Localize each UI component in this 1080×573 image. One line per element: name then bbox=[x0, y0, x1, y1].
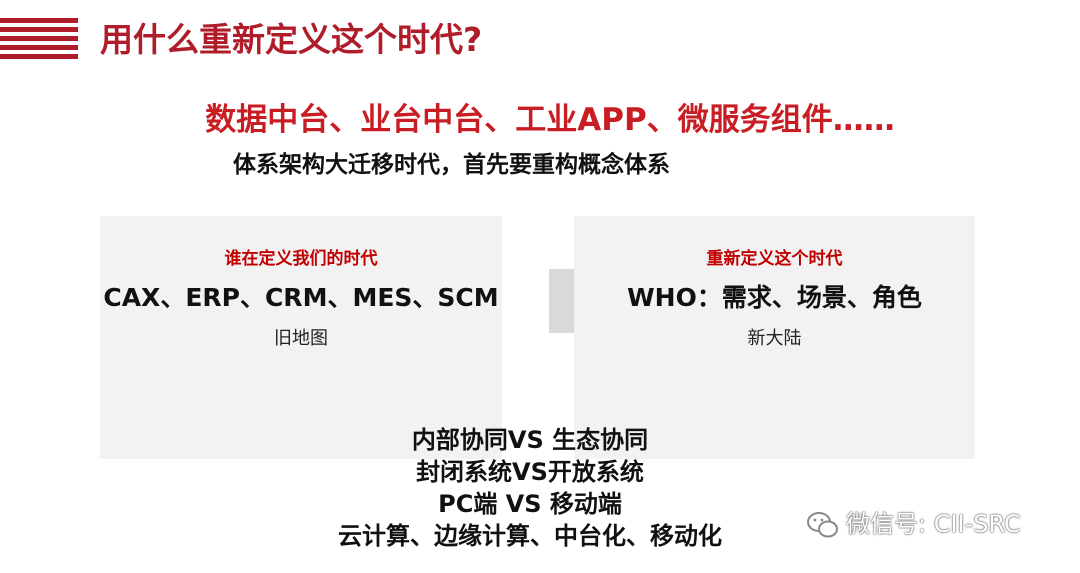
comparison-item: 内部协同VS 生态协同 bbox=[411, 426, 649, 454]
wechat-icon bbox=[807, 512, 838, 538]
new-continent-panel: 重新定义这个时代 WHO：需求、场景、角色 新大陆 bbox=[574, 216, 975, 459]
tagline: 体系架构大迁移时代，首先要重构概念体系 bbox=[233, 152, 670, 178]
old-map-systems: CAX、ERP、CRM、MES、SCM bbox=[103, 283, 499, 312]
old-map-panel: 谁在定义我们的时代 CAX、ERP、CRM、MES、SCM 旧地图 bbox=[100, 216, 502, 459]
title-stripes-decoration bbox=[0, 18, 78, 62]
wechat-watermark: 微信号: CII-SRC bbox=[806, 508, 1021, 540]
new-continent-heading: 重新定义这个时代 bbox=[706, 249, 843, 269]
comparison-item: 封闭系统VS开放系统 bbox=[416, 458, 644, 486]
new-continent-label: 新大陆 bbox=[747, 328, 802, 349]
new-continent-who: WHO：需求、场景、角色 bbox=[627, 283, 922, 312]
watermark-text: 微信号: CII-SRC bbox=[846, 510, 1021, 538]
headline: 数据中台、业台中台、工业APP、微服务组件…… bbox=[205, 102, 895, 138]
old-map-label: 旧地图 bbox=[274, 328, 328, 349]
slide-title: 用什么重新定义这个时代? bbox=[100, 20, 483, 59]
old-map-heading: 谁在定义我们的时代 bbox=[224, 249, 378, 269]
